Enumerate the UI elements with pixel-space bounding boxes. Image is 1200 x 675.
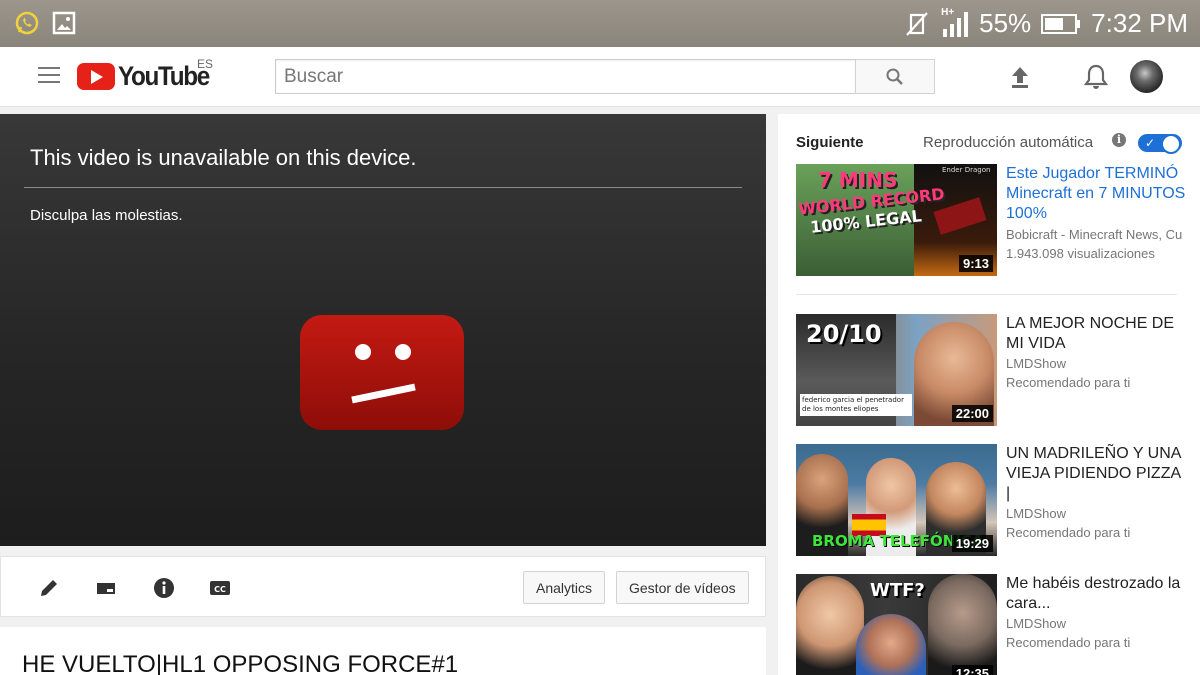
android-status-bar: H+ 55% 7:32 PM — [0, 0, 1200, 47]
search-box — [275, 59, 856, 94]
recommended-label: Recomendado para ti — [1006, 375, 1131, 390]
video-thumbnail[interactable]: WTF? 12:35 — [796, 574, 997, 675]
analytics-button[interactable]: Analytics — [523, 571, 606, 604]
video-player[interactable]: This video is unavailable on this device… — [0, 114, 766, 546]
video-duration: 9:13 — [958, 255, 993, 272]
recommendation-item[interactable]: WTF? 12:35 Me habéis destrozado la cara.… — [796, 574, 1196, 675]
video-duration: 12:35 — [951, 665, 993, 675]
unavailable-message: This video is unavailable on this device… — [30, 145, 417, 170]
sad-youtube-icon — [300, 315, 464, 430]
recommendation-item[interactable]: 7 MINS WORLD RECORD 100% LEGAL Ender Dra… — [796, 164, 1196, 276]
up-next-sidebar: Siguiente Reproducción automática i ✓ 7 … — [778, 114, 1200, 675]
thumb-caption: federico garcia el penetrador de los mon… — [800, 394, 912, 416]
check-icon: ✓ — [1145, 136, 1156, 150]
battery-icon — [1041, 13, 1081, 35]
whatsapp-notification-icon — [14, 10, 40, 36]
channel-name[interactable]: LMDShow — [1006, 356, 1186, 371]
video-title-link[interactable]: LA MEJOR NOCHE DE MI VIDA — [1006, 314, 1186, 354]
search-icon — [886, 68, 903, 85]
recommended-label: Recomendado para ti — [1006, 525, 1131, 540]
thumb-caption: Ender Dragon — [942, 166, 991, 174]
divider — [796, 294, 1177, 295]
view-count: 1.943.098 visualizaciones — [1006, 246, 1155, 261]
autoplay-label: Reproducción automática — [923, 134, 1094, 151]
channel-name[interactable]: LMDShow — [1006, 506, 1186, 521]
closed-captions-icon[interactable]: CC — [208, 576, 232, 600]
search-input[interactable] — [276, 60, 855, 93]
notifications-bell-icon[interactable] — [1083, 63, 1109, 96]
video-manager-button[interactable]: Gestor de vídeos — [616, 571, 749, 604]
channel-name[interactable]: Bobicraft - Minecraft News, Cu — [1006, 227, 1186, 242]
video-title: HE VUELTO|HL1 OPPOSING FORCE#1 — [22, 651, 459, 675]
autoplay-toggle[interactable]: ✓ — [1138, 134, 1182, 154]
youtube-header: YouTube ES — [0, 47, 1200, 107]
video-duration: 19:29 — [951, 535, 993, 552]
youtube-play-icon — [77, 63, 115, 90]
video-thumbnail[interactable]: 20/10 federico garcia el penetrador de l… — [796, 314, 997, 426]
video-action-bar: CC Analytics Gestor de vídeos — [0, 556, 766, 617]
hamburger-menu-icon[interactable] — [38, 67, 60, 87]
user-avatar[interactable] — [1130, 60, 1163, 93]
up-next-label: Siguiente — [796, 134, 864, 151]
recommendation-item[interactable]: 20/10 federico garcia el penetrador de l… — [796, 314, 1196, 426]
channel-name[interactable]: LMDShow — [1006, 616, 1186, 631]
info-icon[interactable] — [152, 576, 176, 600]
upload-icon[interactable] — [1007, 64, 1033, 95]
video-title-link[interactable]: Me habéis destrozado la cara... — [1006, 574, 1186, 614]
vibrate-off-icon — [905, 11, 929, 37]
card-icon[interactable] — [94, 576, 118, 600]
search-button[interactable] — [855, 59, 935, 94]
video-thumbnail[interactable]: 7 MINS WORLD RECORD 100% LEGAL Ender Dra… — [796, 164, 997, 276]
recommended-label: Recomendado para ti — [1006, 635, 1131, 650]
thumb-caption: WTF? — [870, 580, 925, 601]
video-info-panel: HE VUELTO|HL1 OPPOSING FORCE#1 — [0, 627, 766, 675]
thumb-caption: 20/10 — [806, 320, 882, 348]
video-title-link[interactable]: UN MADRILEÑO Y UNA VIEJA PIDIENDO PIZZA … — [1006, 444, 1186, 504]
apology-message: Disculpa las molestias. — [30, 207, 183, 224]
player-divider — [24, 187, 742, 188]
edit-pencil-icon[interactable] — [37, 576, 61, 600]
video-thumbnail[interactable]: BROMA TELEFÓNICA 19:29 — [796, 444, 997, 556]
svg-text:CC: CC — [214, 585, 226, 594]
signal-icon: H+ — [939, 7, 969, 37]
recommendation-item[interactable]: BROMA TELEFÓNICA 19:29 UN MADRILEÑO Y UN… — [796, 444, 1196, 556]
video-title-link[interactable]: Este Jugador TERMINÓ Minecraft en 7 MINU… — [1006, 164, 1186, 224]
image-notification-icon — [52, 11, 76, 35]
video-duration: 22:00 — [951, 405, 993, 422]
clock: 7:32 PM — [1091, 8, 1188, 38]
autoplay-info-icon[interactable]: i — [1112, 133, 1126, 147]
thumb-caption: 7 MINS — [818, 168, 898, 192]
region-code: ES — [197, 57, 214, 71]
battery-percent: 55% — [979, 8, 1032, 38]
